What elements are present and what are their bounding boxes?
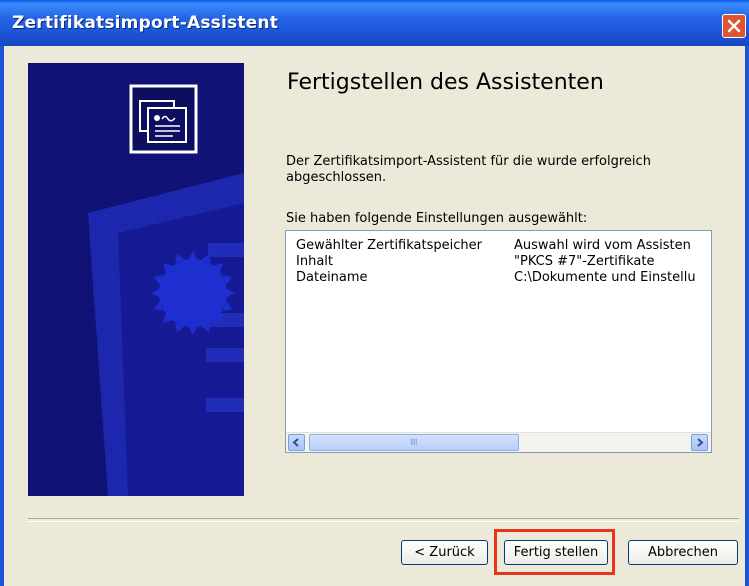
chevron-left-icon <box>292 438 299 447</box>
scroll-left-button[interactable] <box>288 434 305 451</box>
back-button[interactable]: < Zurück <box>401 540 488 565</box>
wizard-window: Zertifikatsimport-Assistent Fertigstelle… <box>0 0 749 586</box>
chevron-right-icon <box>697 438 704 447</box>
close-icon <box>727 19 741 33</box>
settings-label: Sie haben folgende Einstellungen ausgewä… <box>286 211 588 226</box>
window-title: Zertifikatsimport-Assistent <box>12 13 279 33</box>
setting-key: Gewählter Zertifikatspeicher <box>296 238 482 253</box>
window-frame-left <box>0 46 4 586</box>
title-bar[interactable]: Zertifikatsimport-Assistent <box>0 0 749 46</box>
horizontal-scrollbar[interactable]: IIII <box>286 432 711 452</box>
setting-value: "PKCS #7"-Zertifikate <box>514 254 655 269</box>
close-button[interactable] <box>722 14 746 38</box>
setting-key: Dateiname <box>296 270 368 285</box>
completion-description: Der Zertifikatsimport-Assistent für die … <box>286 154 651 185</box>
setting-key: Inhalt <box>296 254 333 269</box>
cancel-button[interactable]: Abbrechen <box>628 540 738 565</box>
seal-icon <box>151 251 235 335</box>
page-heading: Fertigstellen des Assistenten <box>287 70 604 95</box>
finish-button[interactable]: Fertig stellen <box>504 540 608 565</box>
window-frame-right <box>745 46 749 586</box>
setting-value: C:\Dokumente und Einstellu <box>514 270 696 285</box>
certificate-icon <box>129 84 198 154</box>
scrollbar-grip: IIII <box>410 438 418 448</box>
scroll-right-button[interactable] <box>691 434 708 451</box>
settings-list[interactable]: Gewählter Zertifikatspeicher Auswahl wir… <box>285 230 712 453</box>
wizard-side-image <box>28 63 244 496</box>
footer-separator <box>28 518 739 522</box>
scrollbar-thumb[interactable]: IIII <box>309 434 519 451</box>
setting-value: Auswahl wird vom Assisten <box>514 238 691 253</box>
